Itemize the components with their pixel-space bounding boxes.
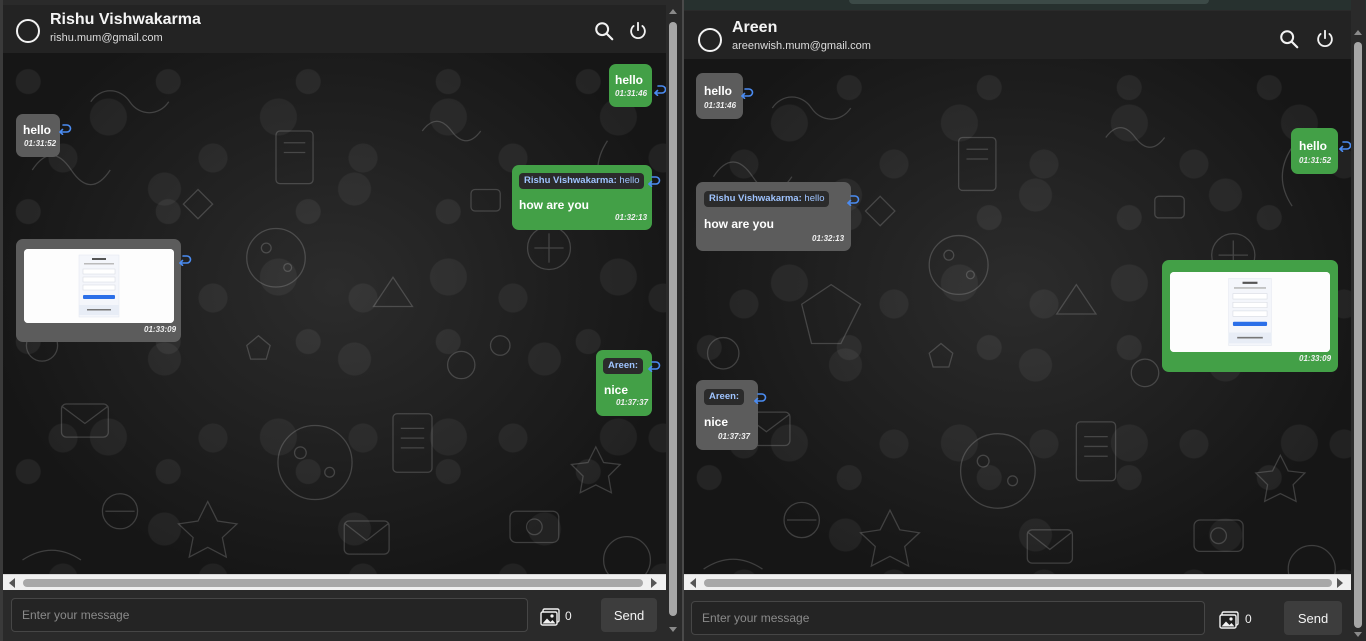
message-input[interactable] [691,601,1205,635]
image-attachment[interactable] [24,249,174,323]
message-text: hello [704,84,733,98]
chat-window-right: Areen areenwish.mum@gmail.com hello 01:3… [682,0,1366,641]
message-area: hello 01:31:46 hello 01:31:52 Rishu Vish… [684,59,1351,574]
avatar[interactable] [16,19,40,43]
message-bubble-sent[interactable]: Rishu Vishwakarma: hello how are you 01:… [512,165,652,230]
scroll-right-arrow[interactable] [651,578,657,588]
search-icon[interactable] [1278,28,1300,50]
horizontal-scrollbar[interactable] [3,574,666,590]
quoted-message[interactable]: Areen: [704,389,745,405]
reply-icon[interactable] [740,87,754,99]
scrollbar-thumb[interactable] [669,22,677,616]
chat-header: Rishu Vishwakarma rishu.mum@gmail.com [3,5,666,53]
reply-icon[interactable] [178,254,192,266]
image-attachment[interactable] [1170,272,1330,352]
scroll-left-arrow[interactable] [9,578,15,588]
message-composer: 0 Send [684,590,1351,641]
quoted-message[interactable]: Rishu Vishwakarma: hello [519,173,645,189]
image-count: 0 [1245,612,1252,626]
scrollbar-thumb[interactable] [1354,42,1362,628]
message-text: hello [615,73,644,87]
reply-icon[interactable] [653,84,666,96]
message-bubble-received[interactable]: Areen: nice 01:37:37 [696,380,758,450]
message-text: hello [1299,139,1328,153]
message-time: 01:32:13 [615,213,648,222]
message-time: 01:32:13 [812,234,845,243]
search-icon[interactable] [593,20,615,42]
reply-icon[interactable] [647,175,661,187]
reply-icon[interactable] [647,360,661,372]
message-time: 01:37:37 [718,432,751,441]
contact-email: rishu.mum@gmail.com [50,32,163,44]
scrollbar-thumb[interactable] [23,579,643,587]
reply-icon[interactable] [1338,140,1351,152]
message-text: how are you [519,198,590,212]
message-time: 01:33:09 [144,325,177,334]
message-time: 01:31:52 [1299,156,1332,165]
avatar[interactable] [698,28,722,52]
contact-name: Rishu Vishwakarma [50,11,201,28]
power-icon[interactable] [1314,28,1336,50]
chat-window-left: Rishu Vishwakarma rishu.mum@gmail.com he… [0,0,682,641]
scroll-left-arrow[interactable] [690,578,696,588]
message-time: 01:33:09 [1299,354,1332,363]
quoted-text: hello [619,175,640,186]
message-time: 01:31:52 [24,139,57,148]
contact-email: areenwish.mum@gmail.com [732,40,871,52]
vertical-scrollbar[interactable] [1351,0,1365,641]
send-button[interactable]: Send [1284,601,1342,635]
scroll-down-arrow[interactable] [1354,632,1362,637]
quoted-message[interactable]: Areen: [603,358,644,374]
message-text: nice [604,383,629,397]
power-icon[interactable] [627,20,649,42]
message-composer: 0 Send [3,590,666,641]
scroll-down-arrow[interactable] [669,627,677,632]
quoted-sender: Rishu Vishwakarma: [709,193,802,204]
send-button[interactable]: Send [601,598,657,632]
message-bubble-received[interactable]: hello 01:31:46 [696,73,743,119]
scroll-up-arrow[interactable] [669,9,677,14]
vertical-scrollbar[interactable] [666,0,680,641]
horizontal-scrollbar[interactable] [684,574,1351,590]
image-count: 0 [565,609,572,623]
quoted-text: hello [804,193,825,204]
message-bubble-sent[interactable]: hello 01:31:52 [1291,128,1338,174]
message-time: 01:31:46 [704,101,737,110]
quoted-sender: Rishu Vishwakarma: [524,175,617,186]
scroll-right-arrow[interactable] [1337,578,1343,588]
message-text: hello [23,123,52,137]
message-time: 01:37:37 [616,398,649,407]
image-icon[interactable] [1219,611,1239,629]
reply-icon[interactable] [753,392,767,404]
reply-icon[interactable] [846,194,860,206]
scrollbar-thumb[interactable] [704,579,1332,587]
message-input[interactable] [11,598,528,632]
reply-icon[interactable] [58,123,72,135]
quoted-sender: Areen: [709,391,740,402]
signup-screenshot-thumbnail [1170,272,1330,352]
scroll-up-arrow[interactable] [1354,30,1362,35]
message-text: how are you [704,217,775,231]
browser-top-strip [684,0,1366,10]
message-bubble-received[interactable]: Rishu Vishwakarma: hello how are you 01:… [696,182,851,251]
message-bubble-sent-image[interactable]: 01:33:09 [1162,260,1338,372]
quoted-sender: Areen: [608,360,639,371]
message-bubble-received-image[interactable]: 01:33:09 [16,239,181,342]
chat-header: Areen areenwish.mum@gmail.com [684,11,1351,59]
contact-name: Areen [732,19,778,36]
message-bubble-received[interactable]: hello 01:31:52 [16,114,60,157]
quoted-message[interactable]: Rishu Vishwakarma: hello [704,191,830,207]
message-text: nice [704,415,729,429]
message-time: 01:31:46 [615,89,648,98]
message-area: hello 01:31:46 hello 01:31:52 Rishu Vish… [3,53,666,574]
message-bubble-sent[interactable]: Areen: nice 01:37:37 [596,350,652,416]
message-bubble-sent[interactable]: hello 01:31:46 [609,64,652,107]
signup-screenshot-thumbnail [24,249,174,323]
image-icon[interactable] [540,608,560,626]
